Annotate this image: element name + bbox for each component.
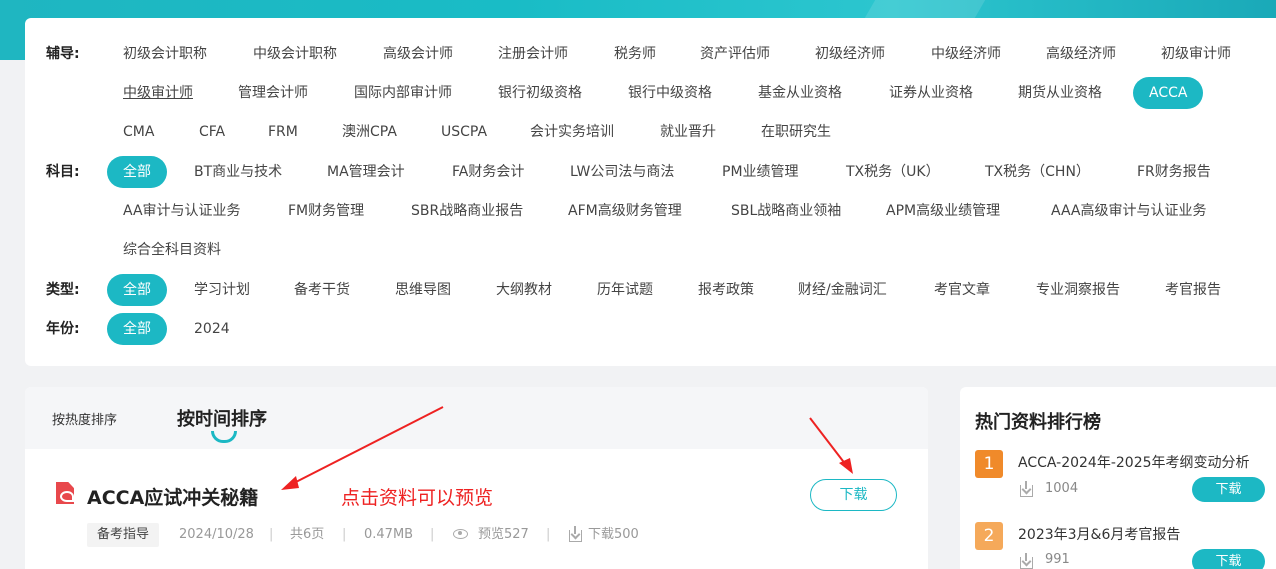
filter-option[interactable]: FM财务管理	[272, 195, 380, 227]
filter-option[interactable]: 在职研究生	[745, 116, 847, 148]
rank-number-badge: 2	[975, 522, 1003, 550]
resource-list-panel: 按热度排序 按时间排序 ACCA应试冲关秘籍 点击资料可以预览 下载 备考指导 …	[25, 387, 928, 569]
hot-ranking-panel: 热门资料排行榜 1 ACCA-2024年-2025年考纲变动分析 1004 下载…	[960, 387, 1276, 569]
filter-option[interactable]: 大纲教材	[480, 274, 568, 306]
filter-option[interactable]: 报考政策	[682, 274, 770, 306]
filter-option[interactable]: 学习计划	[178, 274, 266, 306]
filter-option[interactable]: LW公司法与商法	[554, 156, 690, 188]
publish-date: 2024/10/28	[179, 527, 254, 542]
category-tag: 备考指导	[87, 523, 160, 547]
filter-option[interactable]: 管理会计师	[222, 77, 324, 109]
download-count-icon	[569, 526, 582, 542]
filter-option[interactable]: 期货从业资格	[1002, 77, 1118, 109]
filter-option[interactable]: PM业绩管理	[706, 156, 815, 188]
sort-by-time-tab[interactable]: 按时间排序	[177, 405, 267, 431]
filter-option[interactable]: 基金从业资格	[742, 77, 858, 109]
sort-bar: 按热度排序 按时间排序	[25, 387, 928, 449]
filter-option[interactable]: 初级审计师	[1145, 38, 1247, 70]
filter-option[interactable]: 综合全科目资料	[107, 234, 237, 266]
meta-divider: |	[430, 527, 435, 542]
download-count-icon	[1020, 481, 1033, 497]
filter-option[interactable]: 银行中级资格	[612, 77, 728, 109]
filter-option[interactable]: SBL战略商业领袖	[715, 195, 857, 227]
meta-divider: |	[342, 527, 347, 542]
download-button[interactable]: 下载	[810, 479, 897, 511]
filter-label-kemu: 科目:	[46, 164, 80, 180]
page-count: 共6页	[290, 527, 325, 542]
filter-option[interactable]: FRM	[252, 116, 314, 148]
filter-option[interactable]: 就业晋升	[644, 116, 732, 148]
download-count-icon	[1020, 553, 1033, 569]
preview-count: 预览527	[478, 527, 529, 542]
file-size: 0.47MB	[364, 527, 414, 542]
filter-option[interactable]: AA审计与认证业务	[107, 195, 257, 227]
ranking-title: 热门资料排行榜	[975, 412, 1101, 433]
filter-option[interactable]: 专业洞察报告	[1020, 274, 1136, 306]
filter-option[interactable]: 历年试题	[581, 274, 669, 306]
annotation-hint: 点击资料可以预览	[341, 487, 494, 509]
filter-option[interactable]: SBR战略商业报告	[395, 195, 539, 227]
filter-option[interactable]: 全部	[107, 313, 167, 345]
ranking-download-count: 991	[1045, 552, 1070, 567]
ranking-item-title[interactable]: ACCA-2024年-2025年考纲变动分析	[1018, 452, 1250, 472]
filter-option[interactable]: 初级会计职称	[107, 38, 223, 70]
filter-option[interactable]: ACCA	[1133, 77, 1204, 109]
filter-option[interactable]: CFA	[183, 116, 241, 148]
filter-option[interactable]: 中级会计职称	[237, 38, 353, 70]
filter-option[interactable]: 资产评估师	[684, 38, 786, 70]
filter-option[interactable]: 备考干货	[278, 274, 366, 306]
filter-option[interactable]: AAA高级审计与认证业务	[1035, 195, 1223, 227]
filter-panel: 辅导: 初级会计职称 中级会计职称 高级会计师 注册会计师 税务师 资产评估师 初级经济师 中级…	[25, 18, 1276, 366]
filter-option[interactable]: TX税务（CHN）	[969, 156, 1106, 188]
filter-option[interactable]: 考官文章	[918, 274, 1006, 306]
filter-option[interactable]: CMA	[107, 116, 170, 148]
filter-label-leixing: 类型:	[46, 282, 80, 298]
filter-option[interactable]: AFM高级财务管理	[552, 195, 698, 227]
filter-option[interactable]: 全部	[107, 274, 167, 306]
active-sort-indicator	[211, 431, 237, 443]
ranking-item-title[interactable]: 2023年3月&6月考官报告	[1018, 524, 1180, 544]
filter-option[interactable]: 2024	[178, 313, 246, 345]
filter-option[interactable]: 银行初级资格	[482, 77, 598, 109]
meta-divider: |	[269, 527, 274, 542]
ranking-download-button[interactable]: 下载	[1192, 477, 1265, 502]
ranking-download-button[interactable]: 下载	[1192, 549, 1265, 569]
filter-option[interactable]: 注册会计师	[482, 38, 584, 70]
filter-option[interactable]: 会计实务培训	[514, 116, 630, 148]
filter-option[interactable]: 高级会计师	[367, 38, 469, 70]
sort-by-popularity-tab[interactable]: 按热度排序	[52, 409, 117, 428]
filter-label-nianfen: 年份:	[46, 321, 80, 337]
filter-option[interactable]: 税务师	[598, 38, 672, 70]
resource-title[interactable]: ACCA应试冲关秘籍	[87, 483, 258, 510]
filter-option[interactable]: BT商业与技术	[178, 156, 298, 188]
meta-divider: |	[546, 527, 551, 542]
filter-option[interactable]: 澳洲CPA	[326, 116, 413, 148]
filter-option[interactable]: 思维导图	[379, 274, 467, 306]
filter-option[interactable]: FR财务报告	[1121, 156, 1227, 188]
rank-number-badge: 1	[975, 450, 1003, 478]
filter-option[interactable]: TX税务（UK）	[830, 156, 956, 188]
pdf-icon	[56, 482, 74, 504]
filter-option[interactable]: APM高级业绩管理	[870, 195, 1016, 227]
filter-option[interactable]: 财经/金融词汇	[782, 274, 903, 306]
filter-option[interactable]: USCPA	[425, 116, 503, 148]
filter-option[interactable]: 中级审计师	[107, 77, 209, 109]
filter-label-fudao: 辅导:	[46, 46, 80, 62]
download-count: 下载500	[588, 527, 639, 542]
filter-option[interactable]: 国际内部审计师	[338, 77, 468, 109]
filter-option[interactable]: 全部	[107, 156, 167, 188]
filter-option[interactable]: 证券从业资格	[873, 77, 989, 109]
ranking-download-count: 1004	[1045, 481, 1079, 496]
eye-icon	[453, 529, 468, 539]
filter-option[interactable]: 高级经济师	[1030, 38, 1132, 70]
filter-option[interactable]: MA管理会计	[311, 156, 421, 188]
filter-option[interactable]: FA财务会计	[436, 156, 540, 188]
filter-option[interactable]: 中级经济师	[915, 38, 1017, 70]
filter-option[interactable]: 初级经济师	[799, 38, 901, 70]
filter-option[interactable]: 考官报告	[1149, 274, 1237, 306]
